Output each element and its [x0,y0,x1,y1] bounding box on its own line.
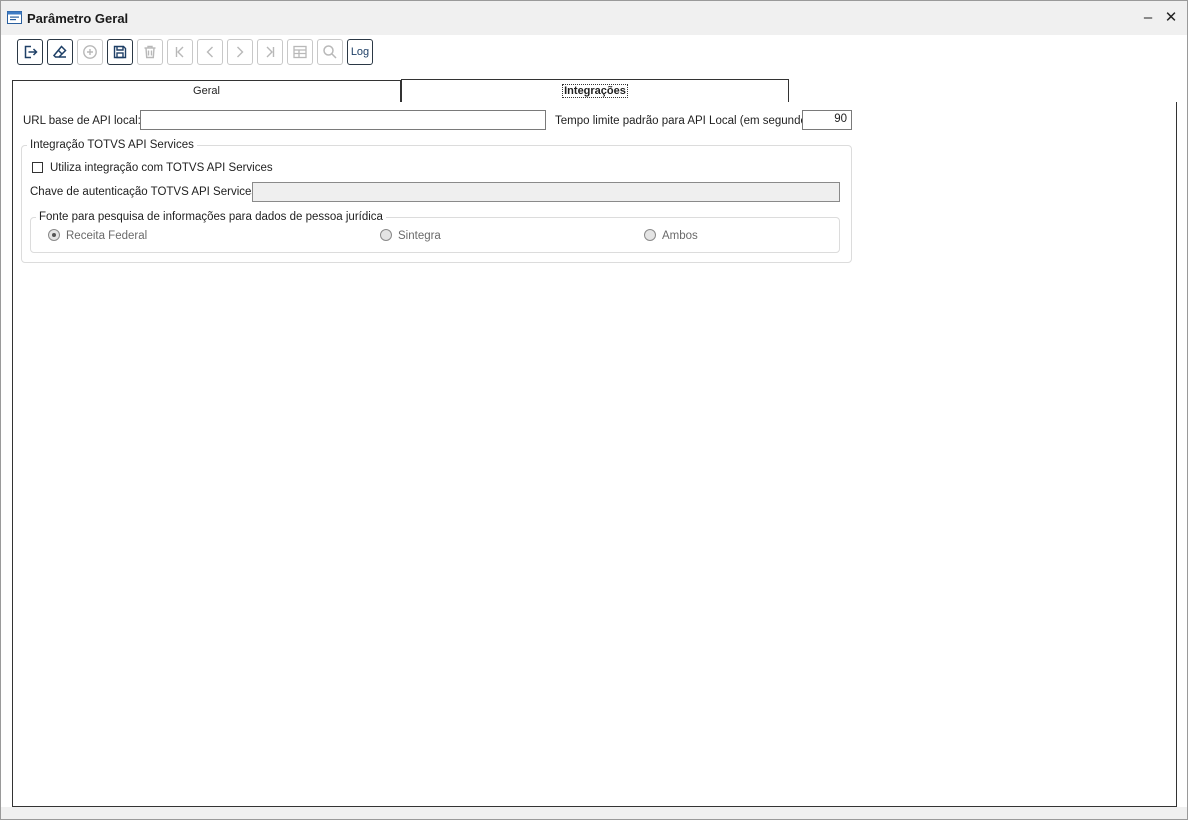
timeout-label: Tempo limite padrão para API Local (em s… [555,115,820,127]
radio-ambos-label: Ambos [662,230,698,242]
tab-integracoes[interactable]: Integrações [401,79,789,103]
use-integration-checkbox[interactable] [32,162,43,173]
title-bar: Parâmetro Geral – ✕ [1,1,1187,35]
totvs-integration-group-title: Integração TOTVS API Services [27,139,197,151]
last-record-button[interactable] [257,39,283,65]
close-button[interactable]: ✕ [1162,9,1180,27]
last-record-icon [266,46,275,58]
next-record-icon [237,46,244,58]
window-form-icon [7,11,22,24]
use-integration-label: Utiliza integração com TOTVS API Service… [50,162,273,174]
save-button[interactable] [107,39,133,65]
window-bottom-strip [1,807,1187,819]
radio-ambos[interactable] [644,229,656,241]
radio-receita-federal-label: Receita Federal [66,230,148,242]
eraser-icon [52,45,67,58]
search-icon [323,45,337,59]
first-record-button[interactable] [167,39,193,65]
table-icon [293,45,307,59]
tab-geral-label: Geral [193,85,220,97]
toolbar: Log [1,35,1187,71]
previous-record-button[interactable] [197,39,223,65]
timeout-input[interactable]: 90 [802,110,852,130]
log-button-label: Log [350,46,370,58]
add-circle-icon [83,45,97,59]
radio-sintegra-label: Sintegra [398,230,441,242]
previous-record-icon [206,46,213,58]
source-group-title: Fonte para pesquisa de informações para … [36,211,386,223]
clear-button[interactable] [47,39,73,65]
first-record-icon [175,46,184,58]
log-button[interactable]: Log [347,39,373,65]
url-label: URL base de API local: [23,115,141,127]
search-button[interactable] [317,39,343,65]
main-window: Parâmetro Geral – ✕ Log Geral Integraçõe… [0,0,1188,820]
table-view-button[interactable] [287,39,313,65]
add-button[interactable] [77,39,103,65]
auth-key-label: Chave de autenticação TOTVS API Services… [30,186,261,198]
minimize-button[interactable]: – [1139,9,1157,27]
radio-receita-federal[interactable] [48,229,60,241]
delete-button[interactable] [137,39,163,65]
exit-button[interactable] [17,39,43,65]
radio-sintegra[interactable] [380,229,392,241]
next-record-button[interactable] [227,39,253,65]
tab-integracoes-label: Integrações [562,84,628,98]
trash-icon [144,45,156,59]
auth-key-input[interactable] [252,182,840,202]
tab-geral[interactable]: Geral [12,80,401,102]
url-input[interactable] [140,110,546,130]
save-icon [113,45,127,59]
window-title: Parâmetro Geral [27,11,129,26]
exit-icon [24,45,38,59]
